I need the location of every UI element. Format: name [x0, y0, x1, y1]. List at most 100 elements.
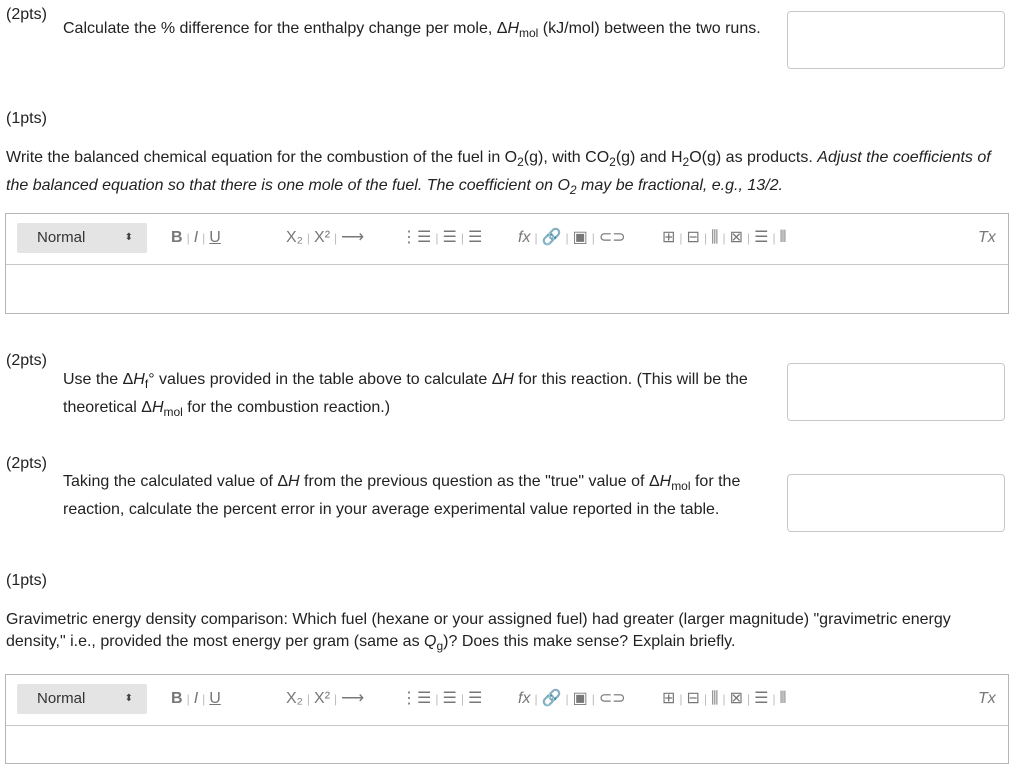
align-icon[interactable]: ☰ [468, 688, 482, 710]
q3-points: (2pts) [6, 352, 47, 369]
table-row-delete-icon[interactable]: ☰ [754, 227, 768, 249]
table-icon[interactable]: ⊞ [662, 688, 675, 710]
q2-text-d: O(g) as products. [689, 149, 818, 166]
q2-text-b: (g), with CO [523, 149, 610, 166]
italic-button[interactable]: I [194, 227, 198, 249]
q2-points: (1pts) [6, 110, 47, 127]
table-col-icon[interactable]: ⫼ [711, 688, 718, 710]
image-icon[interactable]: ▣ [573, 688, 588, 710]
format-select[interactable]: Normal ⬍ [17, 223, 147, 253]
q1-text-h: H [507, 20, 519, 37]
q4-text: Taking the calculated value of ΔH from t… [63, 470, 778, 521]
q3-text-h3: H [151, 399, 164, 416]
text-style-group: B | I | U [171, 227, 221, 249]
table-col-delete-icon[interactable]: ⫴ [780, 227, 787, 249]
formula-icon[interactable]: fx [518, 688, 530, 710]
q2-text-a: Write the balanced chemical equation for… [6, 149, 518, 166]
table-col-icon[interactable]: ⫼ [711, 227, 718, 249]
q2-italic-sub: 2 [569, 183, 577, 197]
text-style-group: B | I | U [171, 688, 221, 710]
table-group: ⊞ | ⊟ | ⫼ | ⊠ | ☰ | ⫴ [662, 688, 786, 710]
q1-text-sub: mol [519, 26, 539, 40]
list-group: ⋮☰ | ☰ | ☰ [401, 227, 482, 249]
format-select-label: Normal [37, 690, 86, 707]
q1-answer-input[interactable] [787, 11, 1005, 69]
bullet-list-icon[interactable]: ☰ [442, 688, 456, 710]
attach-icon[interactable]: ⊂⊃ [599, 688, 626, 710]
clear-format-icon[interactable]: Tx [978, 227, 996, 249]
superscript-button[interactable]: X² [314, 227, 330, 249]
q3-answer-input[interactable] [787, 363, 1005, 421]
q3-text-d: for the combustion reaction.) [182, 399, 391, 416]
q2-text-c: (g) and H [615, 149, 683, 166]
select-caret-icon: ⬍ [124, 693, 133, 704]
q4-text-h: H [288, 473, 300, 490]
q2-sub2: 2 [609, 155, 616, 169]
editor-toolbar: Normal ⬍ B | I | U X₂ | X² | ⟶ ⋮☰ | ☰ | ☰ fx | … [6, 214, 1008, 265]
attach-icon[interactable]: ⊂⊃ [599, 227, 626, 249]
italic-button[interactable]: I [194, 688, 198, 710]
q4-points: (2pts) [6, 455, 47, 472]
q3-text-b: values provided in the table above to ca… [154, 371, 503, 388]
bullet-list-icon[interactable]: ☰ [442, 227, 456, 249]
q1-text: Calculate the % difference for the entha… [63, 17, 778, 45]
q3-text-sub2: mol [163, 405, 183, 419]
table-delete-icon[interactable]: ⊠ [730, 688, 743, 710]
formula-icon[interactable]: fx [518, 227, 530, 249]
q3-text: Use the ΔHf° values provided in the tabl… [63, 368, 778, 424]
table-group: ⊞ | ⊟ | ⫼ | ⊠ | ☰ | ⫴ [662, 227, 786, 249]
table-delete-icon[interactable]: ⊠ [730, 227, 743, 249]
q1-text-b: (kJ/mol) between the two runs. [538, 20, 761, 37]
q3-text-a: Use the Δ [63, 371, 134, 388]
list-group: ⋮☰ | ☰ | ☰ [401, 688, 482, 710]
q4-text-h2: H [659, 473, 672, 490]
q5-text-b: )? Does this make sense? Explain briefly… [443, 633, 736, 650]
table-row-delete-icon[interactable]: ☰ [754, 688, 768, 710]
rich-text-editor-q2: Normal ⬍ B | I | U X₂ | X² | ⟶ ⋮☰ | ☰ | ☰ fx | … [5, 213, 1009, 314]
script-group: X₂ | X² | ⟶ [286, 227, 364, 249]
q4-text-b: from the previous question as the "true"… [299, 473, 660, 490]
editor-content-area[interactable] [6, 726, 1008, 774]
arrow-button[interactable]: ⟶ [341, 688, 364, 710]
table-col-delete-icon[interactable]: ⫴ [780, 688, 787, 710]
rich-text-editor-q5: Normal ⬍ B | I | U X₂ | X² | ⟶ ⋮☰ | ☰ | ☰ fx | … [5, 674, 1009, 764]
link-icon[interactable]: 🔗 [542, 227, 562, 249]
insert-group: fx | 🔗 | ▣ | ⊂⊃ [518, 227, 626, 249]
script-group: X₂ | X² | ⟶ [286, 688, 364, 710]
ordered-list-icon[interactable]: ⋮☰ [401, 688, 431, 710]
table-icon[interactable]: ⊞ [662, 227, 675, 249]
format-select-label: Normal [37, 229, 86, 246]
subscript-button[interactable]: X₂ [286, 688, 303, 710]
underline-button[interactable]: U [209, 227, 221, 249]
q5-text: Gravimetric energy density comparison: W… [6, 609, 1006, 657]
select-caret-icon: ⬍ [124, 232, 133, 243]
q2-sub1: 2 [517, 155, 524, 169]
table-row-icon[interactable]: ⊟ [687, 227, 700, 249]
format-select[interactable]: Normal ⬍ [17, 684, 147, 714]
superscript-button[interactable]: X² [314, 688, 330, 710]
subscript-button[interactable]: X₂ [286, 227, 303, 249]
q3-text-h: H [133, 371, 145, 388]
clear-format-icon[interactable]: Tx [978, 688, 996, 710]
q5-points: (1pts) [6, 572, 47, 589]
editor-toolbar: Normal ⬍ B | I | U X₂ | X² | ⟶ ⋮☰ | ☰ | ☰ fx | … [6, 675, 1008, 726]
q5-text-q: Q [424, 633, 437, 650]
image-icon[interactable]: ▣ [573, 227, 588, 249]
align-icon[interactable]: ☰ [468, 227, 482, 249]
q1-points: (2pts) [6, 6, 47, 23]
q4-answer-input[interactable] [787, 474, 1005, 532]
q4-text-a: Taking the calculated value of Δ [63, 473, 289, 490]
q4-text-sub: mol [671, 479, 691, 493]
editor-content-area[interactable] [6, 265, 1008, 313]
ordered-list-icon[interactable]: ⋮☰ [401, 227, 431, 249]
underline-button[interactable]: U [209, 688, 221, 710]
q2-text: Write the balanced chemical equation for… [6, 146, 1006, 202]
insert-group: fx | 🔗 | ▣ | ⊂⊃ [518, 688, 626, 710]
q1-text-a: Calculate the % difference for the entha… [63, 20, 508, 37]
arrow-button[interactable]: ⟶ [341, 227, 364, 249]
table-row-icon[interactable]: ⊟ [687, 688, 700, 710]
bold-button[interactable]: B [171, 227, 183, 249]
link-icon[interactable]: 🔗 [542, 688, 562, 710]
bold-button[interactable]: B [171, 688, 183, 710]
q2-italic-b: may be fractional, e.g., 13/2. [576, 177, 783, 194]
